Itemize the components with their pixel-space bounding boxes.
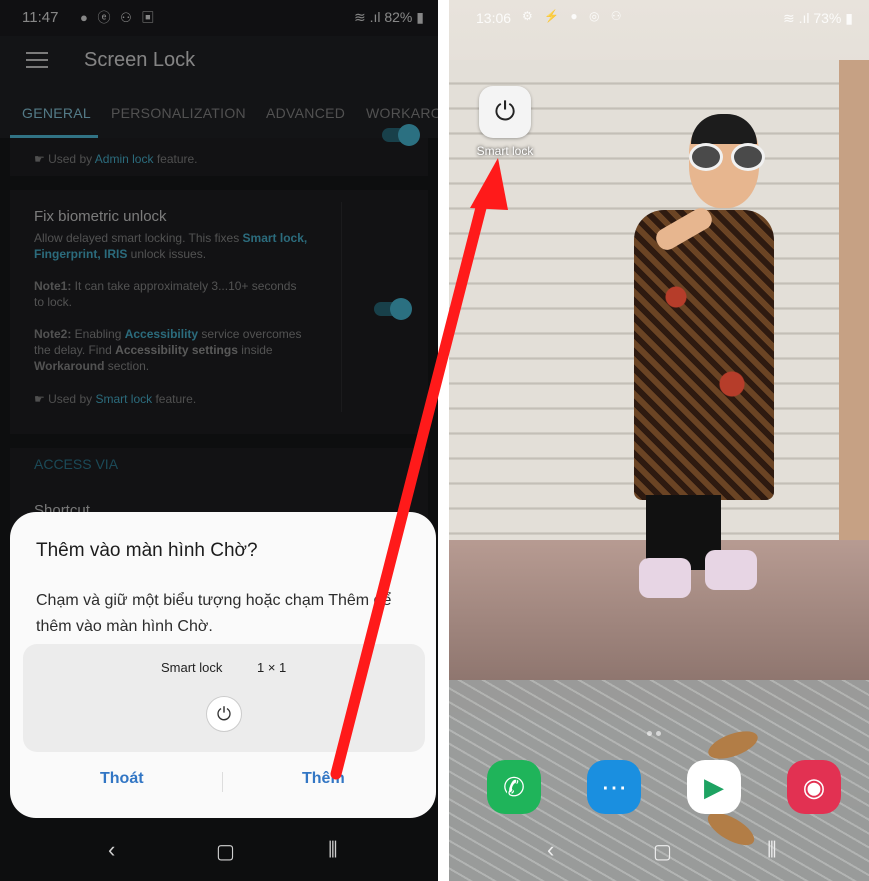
button-divider: [222, 772, 223, 792]
notification-icons: ⚙ ⚡ ● ◎ ⚇: [522, 9, 626, 23]
status-time: 13:06: [476, 10, 512, 26]
add-to-home-dialog: Thêm vào màn hình Chờ? Chạm và giữ một b…: [10, 512, 436, 818]
battery-icon: ▮: [845, 10, 853, 26]
smart-lock-shortcut-label[interactable]: Smart lock: [465, 144, 545, 158]
status-bar: 13:06 ⚙ ⚡ ● ◎ ⚇ ≋ .ıl 73% ▮: [449, 0, 869, 36]
dialog-description: Chạm và giữ một biểu tượng hoặc chạm Thê…: [36, 592, 392, 635]
wallpaper-shoe: [639, 558, 691, 598]
smart-lock-shortcut-icon[interactable]: ⏻: [479, 86, 531, 138]
dialog-title: Thêm vào màn hình Chờ?: [36, 540, 258, 561]
wallpaper-pillar: [839, 60, 869, 540]
widget-preview[interactable]: Smart lock 1 × 1 ⏻: [23, 644, 425, 752]
home-icon[interactable]: ▢: [216, 839, 235, 864]
widget-name: Smart lock: [161, 660, 223, 675]
cancel-button[interactable]: Thoát: [100, 770, 144, 788]
home-icon[interactable]: ▢: [653, 839, 672, 864]
battery-level: 73%: [813, 10, 842, 26]
right-phone-home: 13:06 ⚙ ⚡ ● ◎ ⚇ ≋ .ıl 73% ▮ ⏻ Smart lock…: [449, 0, 869, 881]
status-right: ≋ .ıl 73% ▮: [783, 10, 853, 27]
messages-app-icon[interactable]: ⋯: [587, 760, 641, 814]
nav-bar: ‹ ▢ ⦀: [449, 825, 869, 881]
signal-icon: ≋ .ıl: [782, 10, 814, 26]
back-icon[interactable]: ‹: [547, 837, 554, 863]
play-store-icon[interactable]: ▶: [687, 760, 741, 814]
power-lock-icon: ⏻: [206, 696, 242, 732]
phone-app-icon[interactable]: ✆: [487, 760, 541, 814]
recents-icon[interactable]: ⦀: [767, 837, 777, 863]
add-button[interactable]: Thêm: [302, 770, 345, 788]
recents-icon[interactable]: ⦀: [328, 837, 338, 863]
wallpaper-sunglasses: [689, 143, 771, 173]
nav-bar: ‹ ▢ ⦀: [0, 825, 438, 881]
back-icon[interactable]: ‹: [108, 837, 115, 863]
widget-size: 1 × 1: [257, 660, 287, 675]
wallpaper-shoe: [705, 550, 757, 590]
left-phone-screen: 11:47 ● ⓔ ⚇ ▣ ≋ .ıl 82% ▮ Screen Lock GE…: [0, 0, 438, 881]
page-indicator: [647, 723, 671, 736]
wallpaper-child-robe: [634, 210, 774, 500]
camera-app-icon[interactable]: ◉: [787, 760, 841, 814]
